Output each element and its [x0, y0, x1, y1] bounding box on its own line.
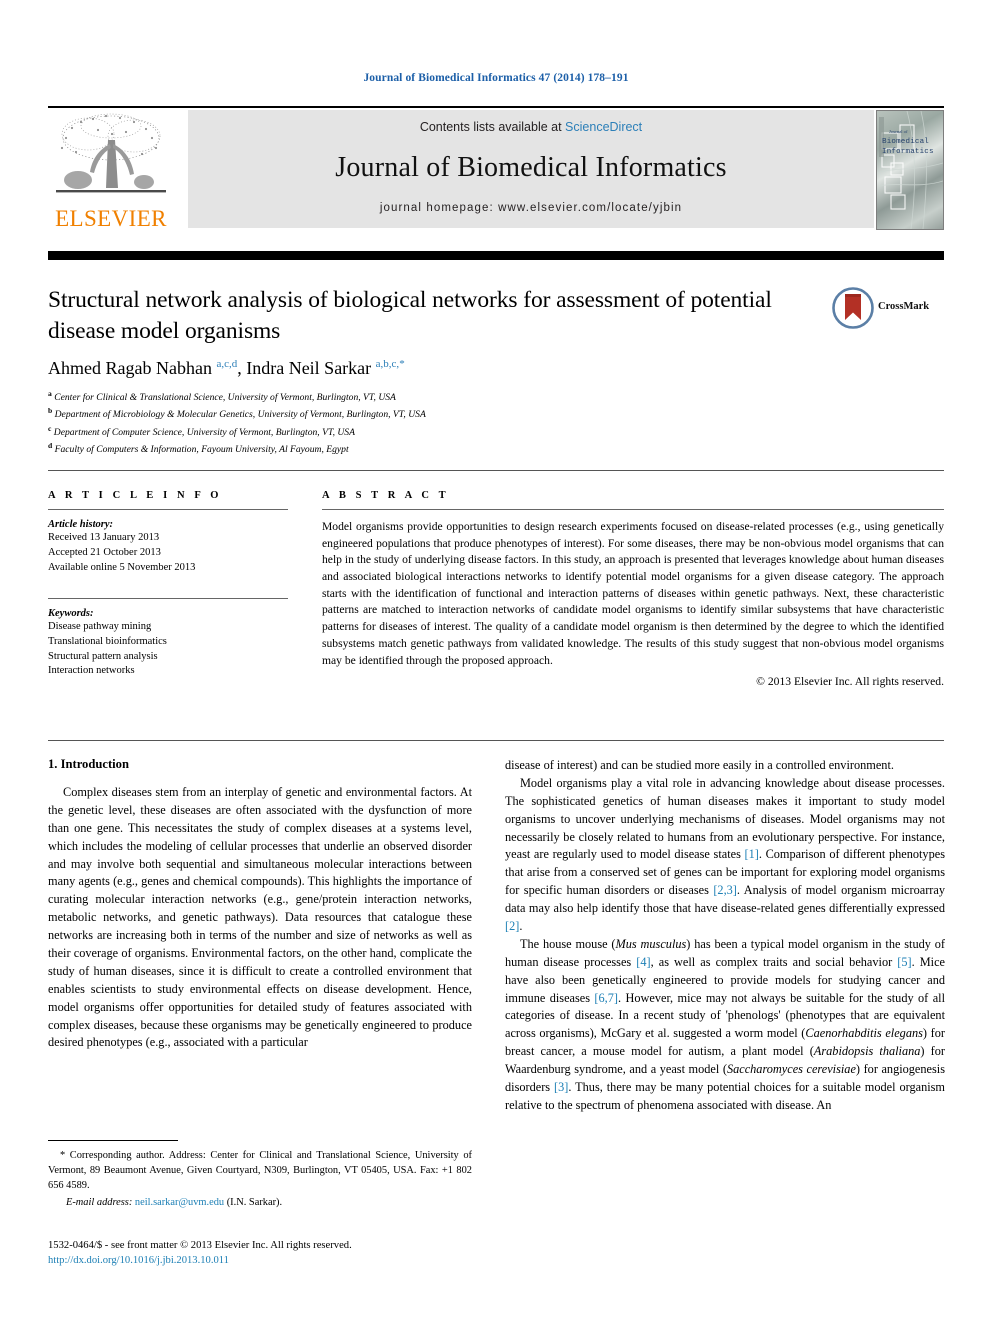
citation-reference[interactable]: [6,7] [594, 991, 618, 1005]
email-label: E-mail address: [66, 1197, 133, 1209]
journal-homepage[interactable]: journal homepage: www.elsevier.com/locat… [188, 202, 874, 214]
species-name: Saccharomyces cerevisiae [726, 1062, 856, 1077]
body-column-right: disease of interest) and can be studied … [505, 757, 945, 1115]
citation-reference[interactable]: [2] [505, 919, 519, 933]
affiliation-marker: d [48, 441, 53, 451]
citation-reference[interactable]: [4] [636, 955, 650, 969]
doi-link[interactable]: http://dx.doi.org/10.1016/j.jbi.2013.10.… [48, 1253, 548, 1268]
footnote-email-line: E-mail address: neil.sarkar@uvm.edu (I.N… [48, 1196, 472, 1211]
page-footer: 1532-0464/$ - see front matter © 2013 El… [48, 1238, 548, 1269]
affiliation-line: d Faculty of Computers & Information, Fa… [48, 441, 349, 456]
info-section-top-rule [48, 470, 944, 471]
masthead-banner: Contents lists available at ScienceDirec… [188, 110, 874, 228]
abstract-heading: A B S T R A C T [322, 490, 450, 501]
intro-paragraph-1: Complex diseases stem from an interplay … [48, 785, 472, 1050]
elsevier-tree-icon [56, 113, 166, 193]
article-history-list: Received 13 January 2013 Accepted 21 Octo… [48, 531, 288, 576]
abstract-bottom-rule [48, 740, 944, 741]
cover-supertitle: Journal of [889, 129, 908, 134]
history-item: Received 13 January 2013 [48, 532, 160, 543]
footnote-marker: * [60, 1150, 66, 1161]
page-title: Structural network analysis of biologica… [48, 287, 772, 344]
species-name: Mus musculus [615, 936, 687, 951]
contents-prefix: Contents lists available at [419, 120, 566, 134]
crossmark-label: CrossMark [878, 301, 930, 312]
intro-paragraph-3: The house mouse (Mus musculus) has been … [505, 936, 946, 1112]
keyword-item: Structural pattern analysis [48, 650, 158, 662]
keyword-item: Disease pathway mining [48, 620, 152, 632]
species-name: Caenorhabditis elegans [805, 1026, 923, 1041]
history-item: Accepted 21 October 2013 [48, 546, 161, 558]
section-heading-introduction: 1. Introduction [48, 757, 129, 771]
article-info-rule [48, 509, 288, 510]
email-owner: (I.N. Sarkar). [226, 1197, 283, 1209]
affiliation-line: a Center for Clinical & Translational Sc… [48, 389, 396, 404]
sciencedirect-link[interactable]: ScienceDirect [565, 120, 642, 134]
intro-paragraph-2: Model organisms play a vital role in adv… [505, 775, 946, 934]
article-history-label: Article history: [48, 519, 114, 530]
abstract-rule [322, 509, 944, 510]
species-name: Arabidopsis thaliana [813, 1044, 921, 1059]
author-list: Ahmed Ragab Nabhan a,c,d, Indra Neil Sar… [48, 358, 405, 379]
journal-title: Journal of Biomedical Informatics [335, 152, 727, 183]
affiliation-marker: a [48, 389, 52, 399]
affiliation-marker: c [48, 423, 52, 433]
abstract-copyright: © 2013 Elsevier Inc. All rights reserved… [756, 675, 944, 689]
footnote-rule [48, 1140, 178, 1141]
abstract-text: Model organisms provide opportunities to… [322, 520, 944, 667]
citation-reference[interactable]: [2,3] [713, 883, 737, 897]
journal-masthead: ELSEVIER Contents lists available at Sci… [48, 106, 944, 230]
cover-title-line-2: Informatics [882, 148, 934, 157]
article-info-heading: A R T I C L E I N F O [48, 490, 223, 501]
paper-page: Journal of Biomedical Informatics 47 (20… [0, 0, 992, 1323]
history-item: Available online 5 November 2013 [48, 561, 196, 573]
keywords-label: Keywords: [48, 607, 94, 619]
crossmark-badge[interactable]: CrossMark [832, 287, 940, 331]
corresponding-author-footnote: * Corresponding author. Address: Center … [48, 1140, 472, 1211]
body-column-left: 1. Introduction Complex diseases stem fr… [48, 757, 472, 1052]
article-info-column: A R T I C L E I N F O Article history: R… [48, 490, 288, 679]
keyword-item: Interaction networks [48, 665, 135, 677]
keyword-item: Translational bioinformatics [48, 635, 167, 647]
cover-title-line-1: Biomedical [882, 138, 930, 146]
keywords-rule [48, 597, 288, 599]
article-header: Structural network analysis of biologica… [48, 285, 944, 458]
abstract-column: A B S T R A C T Model organisms provide … [322, 490, 944, 688]
intro-paragraph-1-continued: disease of interest) and can be studied … [505, 758, 894, 772]
masthead-black-bar [48, 251, 944, 260]
affiliation-marker: b [48, 406, 53, 416]
citation-reference[interactable]: [1] [745, 847, 759, 861]
affiliation-line: c Department of Computer Science, Univer… [48, 423, 355, 439]
cover-title: Biomedical Informatics [882, 137, 940, 157]
citation-reference[interactable]: [3] [554, 1080, 568, 1094]
running-head: Journal of Biomedical Informatics 47 (20… [363, 72, 629, 84]
citation-reference[interactable]: [5] [897, 955, 911, 969]
journal-cover-thumbnail: Journal of Biomedical Informatics [876, 110, 944, 230]
elsevier-wordmark: ELSEVIER [55, 206, 167, 231]
author-email-link[interactable]: neil.sarkar@uvm.edu [135, 1197, 224, 1208]
masthead-top-rule [48, 106, 944, 108]
affiliation-list: a Center for Clinical & Translational Sc… [48, 388, 944, 458]
footnote-text: * Corresponding author. Address: Center … [48, 1150, 472, 1191]
issn-copyright-line: 1532-0464/$ - see front matter © 2013 El… [48, 1240, 352, 1251]
cover-artwork [877, 111, 943, 229]
keywords-list: Disease pathway mining Translational bioi… [48, 620, 288, 680]
affiliation-line: b Department of Microbiology & Molecular… [48, 406, 426, 421]
contents-available-line: Contents lists available at ScienceDirec… [188, 120, 874, 134]
elsevier-logo: ELSEVIER [48, 110, 174, 230]
crossmark-icon [832, 287, 874, 329]
